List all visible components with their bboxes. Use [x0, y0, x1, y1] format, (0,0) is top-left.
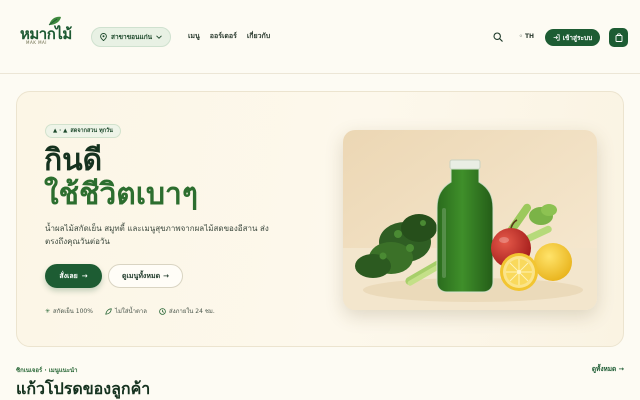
hero-badge: ▲ · ▲ สดจากสวน ทุกวัน [45, 124, 121, 138]
feature-label: ไม่ใส่น้ำตาล [114, 308, 147, 315]
arrow-right-icon: → [81, 272, 88, 280]
feature-label: สกัดเย็น 100% [53, 308, 93, 315]
hero-title-line1: กินดี [44, 143, 103, 178]
arrow-right-icon: → [163, 272, 170, 280]
feature-label: ส่งภายใน 24 ชม. [168, 308, 215, 315]
feature-item: ✳ สกัดเย็น 100% [45, 306, 93, 316]
see-all-link[interactable]: ดูทั้งหมด → [592, 364, 624, 374]
hero-badge-label: สดจากสวน ทุกวัน [70, 128, 113, 134]
view-menu-label: ดูเมนูทั้งหมด [121, 271, 161, 280]
hero-description: น้ำผลไม้สกัดเย็น สมูทตี้ และเมนูสุขภาพจา… [45, 224, 269, 246]
section-title: แก้วโปรดของลูกค้า [16, 379, 151, 398]
view-menu-button[interactable]: ดูเมนูทั้งหมด → [108, 264, 183, 288]
login-icon [553, 34, 560, 41]
language-label: TH [524, 33, 535, 40]
feature-list: ✳ สกัดเย็น 100% ไม่ใส่น้ำตาล ส่งภายใน 24… [45, 306, 215, 316]
feature-item: ไม่ใส่น้ำตาล [105, 306, 147, 316]
globe-icon: ◦ [519, 33, 523, 40]
shopping-bag-icon [615, 33, 622, 42]
branch-selector[interactable]: สาขาขอนแก่น [91, 27, 171, 47]
nav-item-about[interactable]: เกี่ยวกับ [247, 31, 270, 42]
feature-item: ส่งภายใน 24 ชม. [159, 306, 215, 316]
hero-section: ▲ · ▲ สดจากสวน ทุกวัน กินดี ใช้ชีวิตเบาๆ… [16, 91, 624, 347]
hero-product-image [343, 130, 597, 310]
order-now-label: สั่งเลย [59, 271, 78, 280]
login-button[interactable]: เข้าสู่ระบบ [545, 29, 600, 46]
location-pin-icon [100, 33, 107, 41]
hero-title-line2: ใช้ชีวิตเบาๆ [44, 177, 198, 212]
snowflake-icon: ✳ [45, 307, 51, 315]
leaf-icon [105, 307, 112, 315]
logo-subtext: MAK MAI [26, 40, 47, 45]
cart-button[interactable] [609, 28, 628, 47]
nav-item-orders[interactable]: ออร์เดอร์ [210, 31, 237, 42]
order-now-button[interactable]: สั่งเลย → [45, 264, 102, 288]
language-switcher[interactable]: ◦ TH [519, 33, 534, 40]
juice-bottle-illustration [343, 130, 597, 310]
chevron-down-icon [156, 35, 162, 39]
clock-icon [159, 307, 166, 315]
nav-item-menu[interactable]: เมนู [188, 31, 200, 42]
search-icon[interactable] [493, 32, 503, 42]
site-header: หมากไม้ MAK MAI สาขาขอนแก่น เมนู ออร์เดอ… [0, 0, 640, 74]
section-kicker: ซิกเนเจอร์ · เมนูแนะนำ [16, 367, 78, 374]
brand-logo[interactable]: หมากไม้ MAK MAI [20, 16, 72, 48]
branch-label: สาขาขอนแก่น [111, 33, 153, 41]
login-label: เข้าสู่ระบบ [562, 33, 593, 42]
main-nav: เมนู ออร์เดอร์ เกี่ยวกับ [188, 31, 270, 42]
sparkle-icon: ▲ · ▲ [53, 128, 68, 134]
